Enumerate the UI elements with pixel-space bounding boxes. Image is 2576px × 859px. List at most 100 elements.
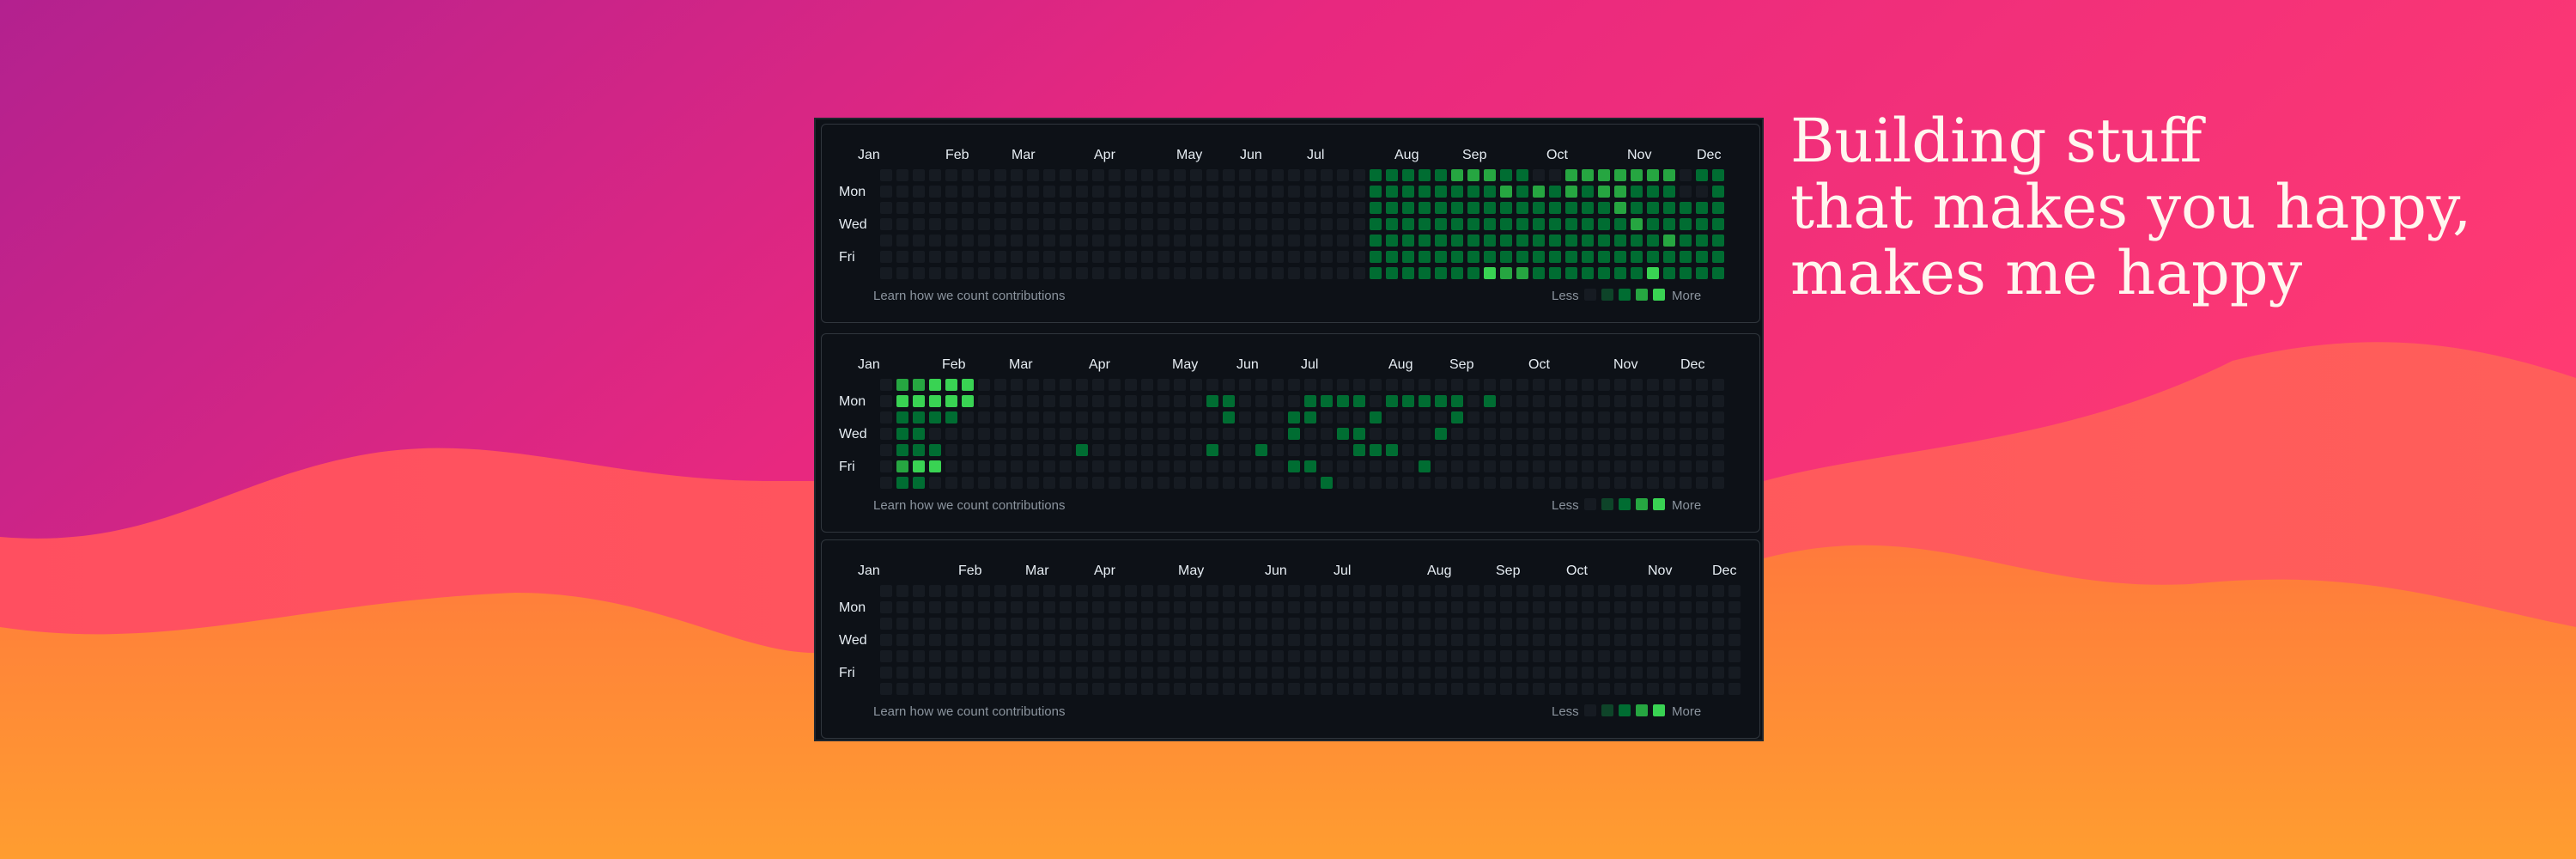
contribution-day-cell[interactable]: [1582, 634, 1594, 646]
contribution-day-cell[interactable]: [1533, 395, 1545, 407]
contribution-day-cell[interactable]: [1402, 444, 1414, 456]
contribution-day-cell[interactable]: [1321, 379, 1333, 391]
contribution-day-cell[interactable]: [896, 395, 908, 407]
contribution-day-cell[interactable]: [1321, 634, 1333, 646]
contribution-day-cell[interactable]: [1712, 169, 1724, 181]
contribution-day-cell[interactable]: [929, 667, 941, 679]
contribution-day-cell[interactable]: [1304, 395, 1316, 407]
contribution-day-cell[interactable]: [978, 444, 990, 456]
contribution-day-cell[interactable]: [1549, 202, 1561, 214]
contribution-day-cell[interactable]: [1565, 218, 1577, 230]
contribution-day-cell[interactable]: [994, 618, 1006, 630]
contribution-day-cell[interactable]: [1043, 683, 1055, 695]
contribution-day-cell[interactable]: [1500, 169, 1512, 181]
contribution-day-cell[interactable]: [1321, 650, 1333, 662]
contribution-day-cell[interactable]: [1076, 169, 1088, 181]
contribution-day-cell[interactable]: [1027, 251, 1039, 263]
contribution-day-cell[interactable]: [1549, 395, 1561, 407]
contribution-day-cell[interactable]: [1402, 634, 1414, 646]
contribution-day-cell[interactable]: [1598, 202, 1610, 214]
contribution-day-cell[interactable]: [962, 251, 974, 263]
contribution-day-cell[interactable]: [1500, 235, 1512, 247]
contribution-day-cell[interactable]: [1565, 618, 1577, 630]
contribution-day-cell[interactable]: [1043, 411, 1055, 423]
contribution-day-cell[interactable]: [1663, 169, 1675, 181]
contribution-day-cell[interactable]: [1174, 650, 1186, 662]
contribution-day-cell[interactable]: [896, 477, 908, 489]
contribution-day-cell[interactable]: [1582, 585, 1594, 597]
contribution-day-cell[interactable]: [1500, 650, 1512, 662]
contribution-day-cell[interactable]: [994, 186, 1006, 198]
contribution-day-cell[interactable]: [1451, 683, 1463, 695]
contribution-day-cell[interactable]: [1712, 267, 1724, 279]
contribution-day-cell[interactable]: [1353, 477, 1365, 489]
contribution-day-cell[interactable]: [1680, 428, 1692, 440]
contribution-day-cell[interactable]: [913, 428, 925, 440]
contribution-day-cell[interactable]: [994, 601, 1006, 613]
contribution-day-cell[interactable]: [1092, 411, 1104, 423]
contribution-day-cell[interactable]: [1125, 444, 1137, 456]
contribution-day-cell[interactable]: [1435, 634, 1447, 646]
contribution-day-cell[interactable]: [1011, 634, 1023, 646]
contribution-day-cell[interactable]: [1174, 186, 1186, 198]
contribution-day-cell[interactable]: [1696, 428, 1708, 440]
contribution-day-cell[interactable]: [1598, 683, 1610, 695]
contribution-day-cell[interactable]: [1663, 411, 1675, 423]
contribution-day-cell[interactable]: [1027, 218, 1039, 230]
contribution-day-cell[interactable]: [1631, 477, 1643, 489]
contribution-day-cell[interactable]: [1370, 601, 1382, 613]
contribution-day-cell[interactable]: [880, 267, 892, 279]
contribution-day-cell[interactable]: [1680, 477, 1692, 489]
contribution-day-cell[interactable]: [1680, 186, 1692, 198]
contribution-day-cell[interactable]: [1076, 395, 1088, 407]
contribution-day-cell[interactable]: [1467, 202, 1479, 214]
contribution-day-cell[interactable]: [1157, 460, 1170, 472]
contribution-day-cell[interactable]: [1190, 251, 1202, 263]
contribution-day-cell[interactable]: [978, 379, 990, 391]
contribution-day-cell[interactable]: [1712, 235, 1724, 247]
contribution-day-cell[interactable]: [1272, 379, 1284, 391]
contribution-day-cell[interactable]: [1435, 585, 1447, 597]
contribution-day-cell[interactable]: [1516, 428, 1528, 440]
contribution-day-cell[interactable]: [1157, 202, 1170, 214]
contribution-day-cell[interactable]: [994, 634, 1006, 646]
contribution-day-cell[interactable]: [1435, 186, 1447, 198]
contribution-day-cell[interactable]: [1304, 186, 1316, 198]
contribution-day-cell[interactable]: [1696, 186, 1708, 198]
contribution-day-cell[interactable]: [1484, 411, 1496, 423]
contribution-day-cell[interactable]: [978, 218, 990, 230]
contribution-day-cell[interactable]: [1598, 379, 1610, 391]
contribution-day-cell[interactable]: [1484, 634, 1496, 646]
contribution-day-cell[interactable]: [1533, 477, 1545, 489]
contribution-day-cell[interactable]: [1419, 395, 1431, 407]
contribution-day-cell[interactable]: [1484, 267, 1496, 279]
contribution-day-cell[interactable]: [1255, 267, 1267, 279]
contribution-day-cell[interactable]: [1206, 477, 1218, 489]
contribution-day-cell[interactable]: [1223, 395, 1235, 407]
contribution-day-cell[interactable]: [929, 169, 941, 181]
contribution-day-cell[interactable]: [1043, 650, 1055, 662]
contribution-day-cell[interactable]: [978, 618, 990, 630]
contribution-day-cell[interactable]: [1500, 460, 1512, 472]
contribution-day-cell[interactable]: [994, 218, 1006, 230]
contribution-day-cell[interactable]: [1549, 235, 1561, 247]
contribution-day-cell[interactable]: [1712, 477, 1724, 489]
contribution-day-cell[interactable]: [1582, 650, 1594, 662]
contribution-day-cell[interactable]: [1321, 202, 1333, 214]
contribution-day-cell[interactable]: [1174, 251, 1186, 263]
contribution-day-cell[interactable]: [1402, 618, 1414, 630]
contribution-day-cell[interactable]: [1549, 251, 1561, 263]
contribution-day-cell[interactable]: [978, 601, 990, 613]
contribution-day-cell[interactable]: [1712, 634, 1724, 646]
contribution-day-cell[interactable]: [1500, 444, 1512, 456]
contribution-day-cell[interactable]: [1647, 395, 1659, 407]
contribution-day-cell[interactable]: [1011, 169, 1023, 181]
contribution-day-cell[interactable]: [1223, 477, 1235, 489]
contribution-day-cell[interactable]: [1467, 585, 1479, 597]
contribution-day-cell[interactable]: [1631, 618, 1643, 630]
contribution-day-cell[interactable]: [1027, 202, 1039, 214]
contribution-day-cell[interactable]: [1304, 411, 1316, 423]
contribution-day-cell[interactable]: [1272, 169, 1284, 181]
contribution-day-cell[interactable]: [1174, 444, 1186, 456]
contribution-day-cell[interactable]: [1076, 667, 1088, 679]
